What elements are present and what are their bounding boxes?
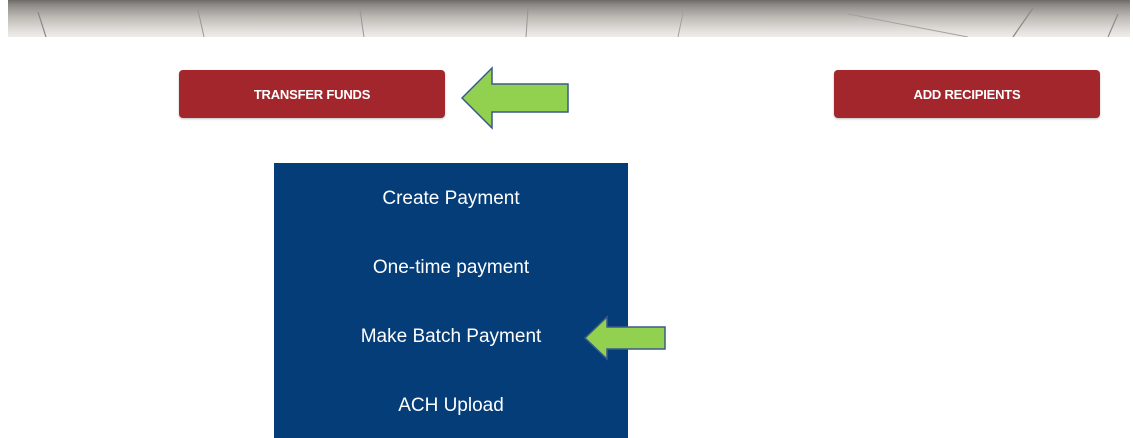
transfer-funds-dropdown-menu: Create Payment One-time payment Make Bat… <box>274 163 628 438</box>
menu-item-make-batch-payment[interactable]: Make Batch Payment <box>274 317 628 357</box>
add-recipients-button[interactable]: ADD RECIPIENTS <box>834 70 1100 118</box>
transfer-funds-button[interactable]: TRANSFER FUNDS <box>179 70 445 118</box>
hero-image-graphic <box>37 7 1119 37</box>
menu-item-create-payment[interactable]: Create Payment <box>274 179 628 219</box>
menu-item-one-time-payment[interactable]: One-time payment <box>274 248 628 288</box>
left-arrow-icon <box>460 66 569 130</box>
hero-image-strip <box>8 0 1130 37</box>
left-arrow-icon <box>583 315 666 361</box>
menu-item-ach-upload[interactable]: ACH Upload <box>274 386 628 426</box>
